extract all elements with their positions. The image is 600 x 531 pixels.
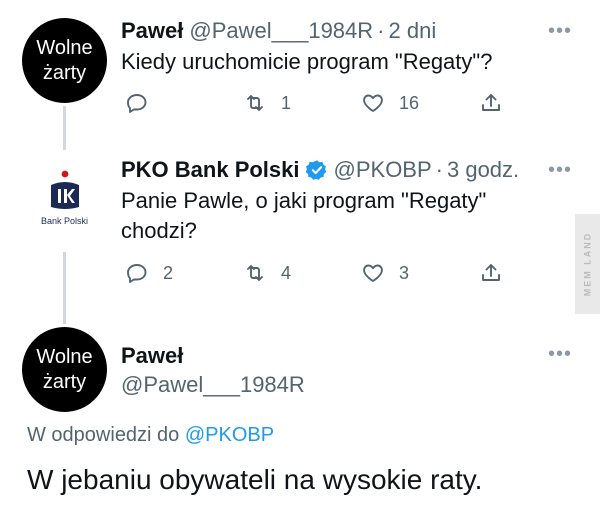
avatar[interactable]: Wolne żarty: [22, 327, 107, 412]
watermark-text: MEM LAND: [582, 231, 593, 297]
tweet-text: W jebaniu obywateli na wysokie raty.: [27, 464, 483, 495]
bank-logo-icon: [50, 170, 79, 209]
tweet-text: Kiedy uruchomicie program "Regaty"?: [121, 49, 493, 74]
separator-dot: ·: [377, 18, 385, 43]
tweet-header: Paweł @Pawel___1984R · 2 dni: [121, 18, 436, 44]
author-name[interactable]: Paweł: [121, 18, 183, 44]
share-icon: [482, 94, 500, 111]
verified-badge-icon: [305, 160, 326, 180]
reply-button[interactable]: [125, 91, 243, 115]
reply-context: W odpowiedzi do @PKOBP: [27, 424, 274, 447]
more-options-icon[interactable]: •••: [548, 20, 572, 43]
heart-icon: [363, 94, 383, 112]
timestamp[interactable]: 2 dni: [389, 18, 437, 44]
like-button[interactable]: 3: [361, 261, 479, 285]
heart-icon: [363, 264, 383, 282]
avatar-line2: żarty: [42, 370, 87, 393]
separator-dot: ·: [435, 157, 443, 182]
reply-icon: [127, 94, 147, 113]
like-button[interactable]: 16: [361, 91, 479, 115]
timestamp[interactable]: 3 godz.: [447, 157, 519, 183]
retweet-count: 4: [281, 262, 292, 283]
retweet-count: 1: [281, 92, 292, 113]
avatar[interactable]: Bank Polski: [22, 155, 107, 240]
share-icon: [482, 264, 500, 281]
retweet-icon: [247, 95, 263, 111]
author-handle[interactable]: @Pawel___1984R: [189, 18, 373, 44]
tweet-actions: 2 4 3: [125, 261, 503, 285]
like-count: 16: [399, 92, 420, 113]
reply-icon: [127, 264, 147, 283]
tweet-text-line: Panie Pawle, o jaki program "Regaty": [121, 188, 487, 213]
avatar-line2: żarty: [42, 61, 87, 84]
reply-count: 2: [163, 262, 174, 283]
thread-line: [63, 252, 66, 324]
more-options-icon[interactable]: •••: [548, 343, 572, 366]
author-handle[interactable]: @Pawel___1984R: [121, 372, 305, 398]
tweet-text: Panie Pawle, o jaki program "Regaty" cho…: [121, 186, 486, 246]
like-count: 3: [399, 262, 410, 283]
author-name[interactable]: Paweł: [121, 343, 183, 369]
retweet-button[interactable]: 4: [243, 261, 361, 285]
reply-mention-link[interactable]: @PKOBP: [185, 424, 274, 446]
author-name[interactable]: PKO Bank Polski: [121, 157, 300, 183]
avatar-line1: Wolne: [36, 36, 93, 59]
avatar-line1: Wolne: [36, 345, 93, 368]
tweet-header: PKO Bank Polski @PKOBP · 3 godz.: [121, 157, 519, 183]
reply-prefix: W odpowiedzi do: [27, 424, 180, 446]
tweet-actions: 1 16: [125, 91, 503, 115]
tweet-text-line: chodzi?: [121, 218, 197, 243]
retweet-button[interactable]: 1: [243, 91, 361, 115]
watermark: MEM LAND: [575, 214, 600, 314]
more-options-icon[interactable]: •••: [548, 159, 572, 182]
author-handle[interactable]: @PKOBP: [334, 157, 432, 183]
avatar[interactable]: Wolne żarty: [22, 18, 107, 103]
reply-button[interactable]: 2: [125, 261, 243, 285]
share-button[interactable]: [479, 261, 503, 285]
share-button[interactable]: [479, 91, 503, 115]
thread-line: [63, 106, 66, 150]
retweet-icon: [247, 265, 263, 281]
avatar-caption: Bank Polski: [40, 215, 89, 226]
